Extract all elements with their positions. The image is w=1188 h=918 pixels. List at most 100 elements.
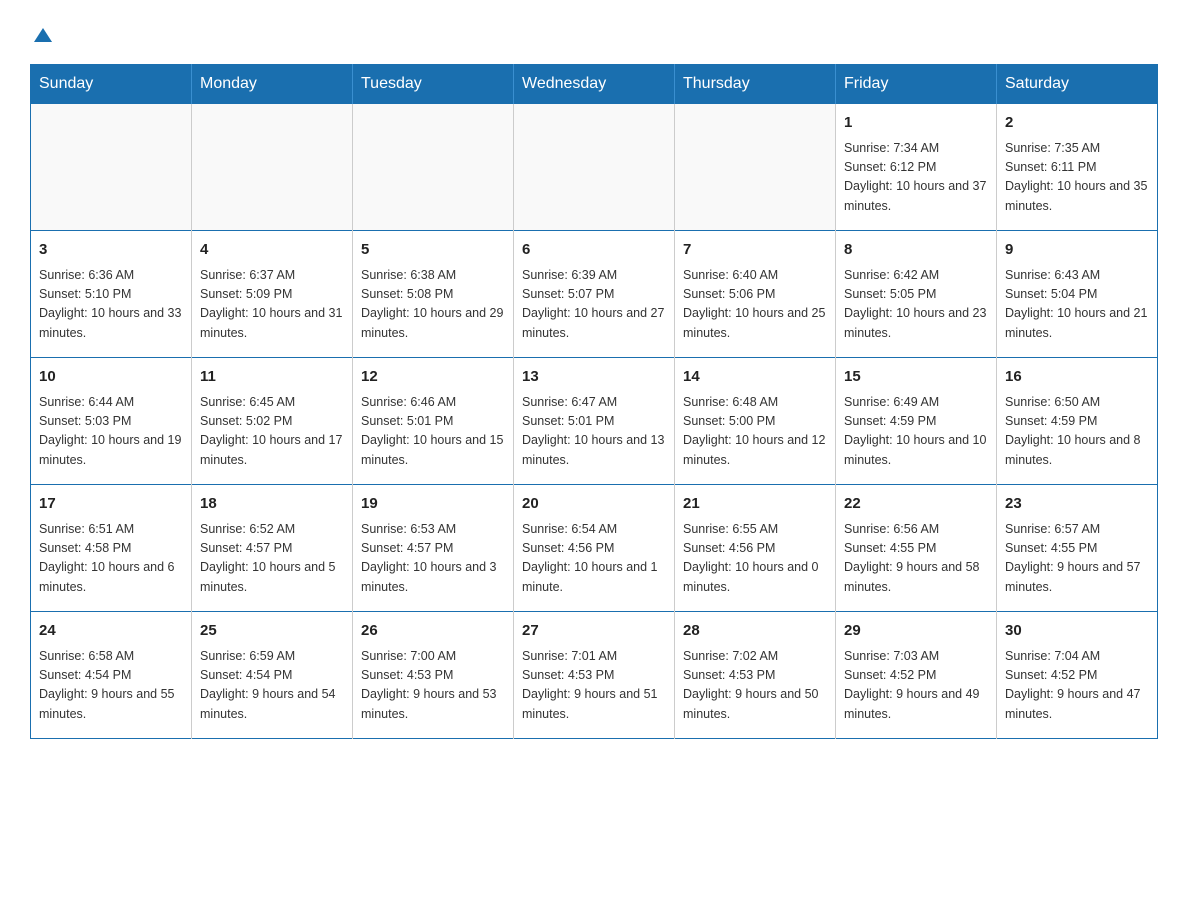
day-info: Sunrise: 7:01 AMSunset: 4:53 PMDaylight:… [522, 647, 666, 725]
calendar-cell: 19 Sunrise: 6:53 AMSunset: 4:57 PMDayligh… [353, 485, 514, 612]
day-number: 24 [39, 620, 183, 643]
header-thursday: Thursday [675, 65, 836, 104]
calendar-cell: 2 Sunrise: 7:35 AMSunset: 6:11 PMDaylight… [997, 104, 1158, 231]
calendar-cell [675, 104, 836, 231]
calendar-cell: 25Sunrise: 6:59 AMSunset: 4:54 PMDayligh… [192, 612, 353, 739]
day-info: Sunrise: 6:38 AMSunset: 5:08 PMDaylight:… [361, 266, 505, 344]
header-monday: Monday [192, 65, 353, 104]
calendar-cell: 7 Sunrise: 6:40 AMSunset: 5:06 PMDaylight… [675, 231, 836, 358]
day-number: 30 [1005, 620, 1149, 643]
calendar-cell: 27 Sunrise: 7:01 AMSunset: 4:53 PMDayligh… [514, 612, 675, 739]
day-info: Sunrise: 6:45 AMSunset: 5:02 PMDaylight:… [200, 393, 344, 471]
day-info: Sunrise: 7:00 AMSunset: 4:53 PMDaylight:… [361, 647, 505, 725]
day-number: 3 [39, 239, 183, 262]
day-number: 14 [683, 366, 827, 389]
day-info: Sunrise: 6:47 AMSunset: 5:01 PMDaylight:… [522, 393, 666, 471]
day-number: 16 [1005, 366, 1149, 389]
day-info: Sunrise: 7:02 AMSunset: 4:53 PMDaylight:… [683, 647, 827, 725]
day-number: 20 [522, 493, 666, 516]
day-info: Sunrise: 6:56 AMSunset: 4:55 PMDaylight:… [844, 520, 988, 598]
day-number: 12 [361, 366, 505, 389]
day-info: Sunrise: 6:48 AMSunset: 5:00 PMDaylight:… [683, 393, 827, 471]
day-number: 5 [361, 239, 505, 262]
header-wednesday: Wednesday [514, 65, 675, 104]
header-saturday: Saturday [997, 65, 1158, 104]
calendar-cell: 8Sunrise: 6:42 AMSunset: 5:05 PMDaylight… [836, 231, 997, 358]
calendar-cell: 13 Sunrise: 6:47 AMSunset: 5:01 PMDayligh… [514, 358, 675, 485]
day-info: Sunrise: 6:40 AMSunset: 5:06 PMDaylight:… [683, 266, 827, 344]
day-number: 9 [1005, 239, 1149, 262]
day-number: 10 [39, 366, 183, 389]
calendar-header-row: SundayMondayTuesdayWednesdayThursdayFrid… [31, 65, 1158, 104]
day-number: 15 [844, 366, 988, 389]
calendar-cell: 14 Sunrise: 6:48 AMSunset: 5:00 PMDayligh… [675, 358, 836, 485]
logo-triangle-icon [32, 24, 54, 46]
calendar-cell [192, 104, 353, 231]
calendar-cell [514, 104, 675, 231]
day-number: 4 [200, 239, 344, 262]
calendar-cell: 1Sunrise: 7:34 AMSunset: 6:12 PMDaylight… [836, 104, 997, 231]
header-sunday: Sunday [31, 65, 192, 104]
day-info: Sunrise: 6:46 AMSunset: 5:01 PMDaylight:… [361, 393, 505, 471]
day-number: 6 [522, 239, 666, 262]
header [30, 24, 1158, 46]
day-number: 17 [39, 493, 183, 516]
header-friday: Friday [836, 65, 997, 104]
calendar-week-row: 3 Sunrise: 6:36 AMSunset: 5:10 PMDaylight… [31, 231, 1158, 358]
calendar-cell: 10 Sunrise: 6:44 AMSunset: 5:03 PMDayligh… [31, 358, 192, 485]
calendar-cell: 11 Sunrise: 6:45 AMSunset: 5:02 PMDayligh… [192, 358, 353, 485]
calendar-cell: 5 Sunrise: 6:38 AMSunset: 5:08 PMDaylight… [353, 231, 514, 358]
calendar-cell: 28Sunrise: 7:02 AMSunset: 4:53 PMDayligh… [675, 612, 836, 739]
logo [30, 24, 54, 46]
day-number: 7 [683, 239, 827, 262]
calendar-cell: 15 Sunrise: 6:49 AMSunset: 4:59 PMDayligh… [836, 358, 997, 485]
day-number: 18 [200, 493, 344, 516]
day-number: 2 [1005, 112, 1149, 135]
calendar-cell: 29Sunrise: 7:03 AMSunset: 4:52 PMDayligh… [836, 612, 997, 739]
day-info: Sunrise: 6:39 AMSunset: 5:07 PMDaylight:… [522, 266, 666, 344]
calendar-cell: 22 Sunrise: 6:56 AMSunset: 4:55 PMDayligh… [836, 485, 997, 612]
day-info: Sunrise: 6:37 AMSunset: 5:09 PMDaylight:… [200, 266, 344, 344]
calendar-cell: 17 Sunrise: 6:51 AMSunset: 4:58 PMDayligh… [31, 485, 192, 612]
day-info: Sunrise: 6:58 AMSunset: 4:54 PMDaylight:… [39, 647, 183, 725]
day-info: Sunrise: 6:49 AMSunset: 4:59 PMDaylight:… [844, 393, 988, 471]
calendar-cell: 4 Sunrise: 6:37 AMSunset: 5:09 PMDaylight… [192, 231, 353, 358]
day-info: Sunrise: 7:34 AMSunset: 6:12 PMDaylight:… [844, 139, 988, 217]
calendar-cell: 18 Sunrise: 6:52 AMSunset: 4:57 PMDayligh… [192, 485, 353, 612]
calendar-cell: 21Sunrise: 6:55 AMSunset: 4:56 PMDayligh… [675, 485, 836, 612]
day-number: 19 [361, 493, 505, 516]
calendar-week-row: 10 Sunrise: 6:44 AMSunset: 5:03 PMDayligh… [31, 358, 1158, 485]
day-number: 13 [522, 366, 666, 389]
day-number: 23 [1005, 493, 1149, 516]
calendar-cell: 26 Sunrise: 7:00 AMSunset: 4:53 PMDayligh… [353, 612, 514, 739]
calendar-cell: 3 Sunrise: 6:36 AMSunset: 5:10 PMDaylight… [31, 231, 192, 358]
day-info: Sunrise: 6:57 AMSunset: 4:55 PMDaylight:… [1005, 520, 1149, 598]
day-info: Sunrise: 6:44 AMSunset: 5:03 PMDaylight:… [39, 393, 183, 471]
calendar-cell [31, 104, 192, 231]
day-info: Sunrise: 6:36 AMSunset: 5:10 PMDaylight:… [39, 266, 183, 344]
calendar-week-row: 17 Sunrise: 6:51 AMSunset: 4:58 PMDayligh… [31, 485, 1158, 612]
day-number: 22 [844, 493, 988, 516]
header-tuesday: Tuesday [353, 65, 514, 104]
day-info: Sunrise: 6:53 AMSunset: 4:57 PMDaylight:… [361, 520, 505, 598]
day-info: Sunrise: 6:54 AMSunset: 4:56 PMDaylight:… [522, 520, 666, 598]
day-info: Sunrise: 6:55 AMSunset: 4:56 PMDaylight:… [683, 520, 827, 598]
calendar-cell: 16 Sunrise: 6:50 AMSunset: 4:59 PMDayligh… [997, 358, 1158, 485]
day-info: Sunrise: 7:35 AMSunset: 6:11 PMDaylight:… [1005, 139, 1149, 217]
day-number: 11 [200, 366, 344, 389]
day-info: Sunrise: 6:52 AMSunset: 4:57 PMDaylight:… [200, 520, 344, 598]
day-info: Sunrise: 6:50 AMSunset: 4:59 PMDaylight:… [1005, 393, 1149, 471]
calendar-cell: 30Sunrise: 7:04 AMSunset: 4:52 PMDayligh… [997, 612, 1158, 739]
day-number: 26 [361, 620, 505, 643]
calendar-cell: 9 Sunrise: 6:43 AMSunset: 5:04 PMDaylight… [997, 231, 1158, 358]
day-number: 25 [200, 620, 344, 643]
day-info: Sunrise: 6:51 AMSunset: 4:58 PMDaylight:… [39, 520, 183, 598]
day-info: Sunrise: 7:03 AMSunset: 4:52 PMDaylight:… [844, 647, 988, 725]
calendar-cell [353, 104, 514, 231]
day-number: 27 [522, 620, 666, 643]
calendar-cell: 24 Sunrise: 6:58 AMSunset: 4:54 PMDayligh… [31, 612, 192, 739]
calendar-cell: 12 Sunrise: 6:46 AMSunset: 5:01 PMDayligh… [353, 358, 514, 485]
day-info: Sunrise: 6:43 AMSunset: 5:04 PMDaylight:… [1005, 266, 1149, 344]
calendar-cell: 20 Sunrise: 6:54 AMSunset: 4:56 PMDayligh… [514, 485, 675, 612]
calendar-cell: 23 Sunrise: 6:57 AMSunset: 4:55 PMDayligh… [997, 485, 1158, 612]
